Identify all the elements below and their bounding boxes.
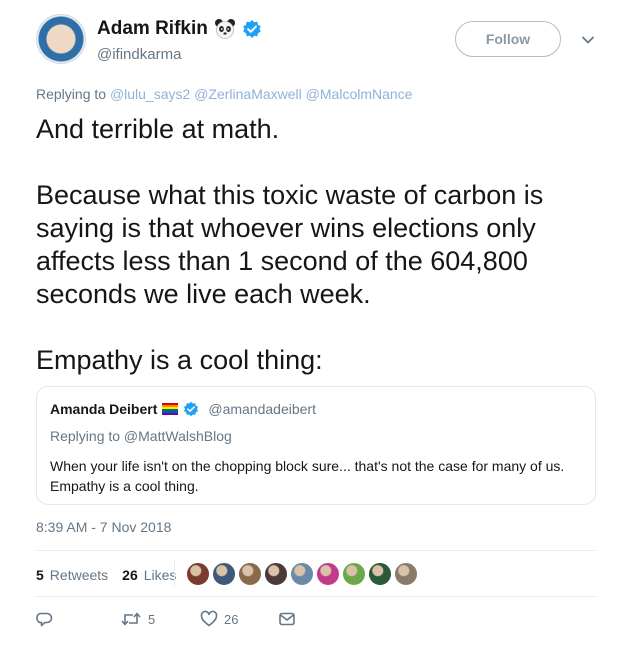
mention-link[interactable]: @ZerlinaMaxwell bbox=[194, 86, 302, 102]
quoted-tweet[interactable]: Amanda Deibert @amandadeibert Replying t… bbox=[36, 386, 596, 505]
tweet-actions: 5 26 bbox=[36, 610, 456, 634]
direct-message-button[interactable] bbox=[278, 610, 296, 628]
panda-icon bbox=[214, 19, 235, 39]
tweet-timestamp[interactable]: 8:39 AM - 7 Nov 2018 bbox=[36, 519, 171, 535]
liker-avatars bbox=[186, 562, 418, 586]
tweet-text: And terrible at math. Because what this … bbox=[36, 114, 544, 375]
author-avatar[interactable] bbox=[36, 14, 86, 64]
liker-avatar[interactable] bbox=[290, 562, 314, 586]
retweet-count: 5 bbox=[148, 611, 156, 627]
divider bbox=[36, 550, 596, 551]
liker-avatar[interactable] bbox=[264, 562, 288, 586]
liker-avatar[interactable] bbox=[186, 562, 210, 586]
author-display-name[interactable]: Adam Rifkin bbox=[97, 18, 208, 40]
heart-icon bbox=[200, 610, 218, 627]
reply-icon bbox=[36, 612, 53, 627]
quoted-replying-line: Replying to @MattWalshBlog bbox=[50, 428, 232, 444]
stats-separator bbox=[174, 561, 175, 587]
author-handle[interactable]: @ifindkarma bbox=[97, 46, 181, 63]
tweet-card: Adam Rifkin @ifindkarma Follow Replying … bbox=[0, 0, 620, 648]
replying-prefix: Replying to bbox=[36, 86, 107, 102]
liker-avatar[interactable] bbox=[368, 562, 392, 586]
mention-link[interactable]: @MalcolmNance bbox=[306, 86, 413, 102]
envelope-icon bbox=[279, 612, 295, 626]
liker-avatar[interactable] bbox=[212, 562, 236, 586]
like-button[interactable]: 26 bbox=[200, 610, 238, 628]
quoted-handle: @amandadeibert bbox=[208, 401, 316, 417]
quoted-display-name: Amanda Deibert bbox=[50, 401, 158, 417]
retweet-icon bbox=[121, 612, 141, 626]
author-name-row: Adam Rifkin bbox=[97, 18, 262, 40]
liker-avatar[interactable] bbox=[316, 562, 340, 586]
likes-count[interactable]: 26 bbox=[122, 567, 138, 583]
engagement-stats: 5 Retweets 26 Likes bbox=[36, 567, 184, 583]
rainbow-flag-icon bbox=[162, 403, 179, 415]
quoted-header: Amanda Deibert @amandadeibert bbox=[50, 401, 316, 417]
retweets-label[interactable]: Retweets bbox=[50, 567, 108, 583]
retweet-button[interactable]: 5 bbox=[120, 610, 155, 628]
retweets-count[interactable]: 5 bbox=[36, 567, 44, 583]
liker-avatar[interactable] bbox=[394, 562, 418, 586]
chevron-down-icon[interactable] bbox=[580, 32, 596, 48]
like-count: 26 bbox=[224, 611, 239, 627]
mention-link[interactable]: @lulu_says2 bbox=[110, 86, 190, 102]
follow-button[interactable]: Follow bbox=[455, 21, 561, 57]
quoted-text: When your life isn't on the chopping blo… bbox=[50, 458, 565, 494]
reply-button[interactable] bbox=[36, 610, 60, 628]
verified-badge-icon bbox=[243, 20, 261, 38]
replying-to-line: Replying to @lulu_says2 @ZerlinaMaxwell … bbox=[36, 86, 412, 102]
likes-label[interactable]: Likes bbox=[144, 567, 177, 583]
liker-avatar[interactable] bbox=[342, 562, 366, 586]
divider bbox=[36, 596, 596, 597]
liker-avatar[interactable] bbox=[238, 562, 262, 586]
verified-badge-icon bbox=[184, 401, 199, 417]
